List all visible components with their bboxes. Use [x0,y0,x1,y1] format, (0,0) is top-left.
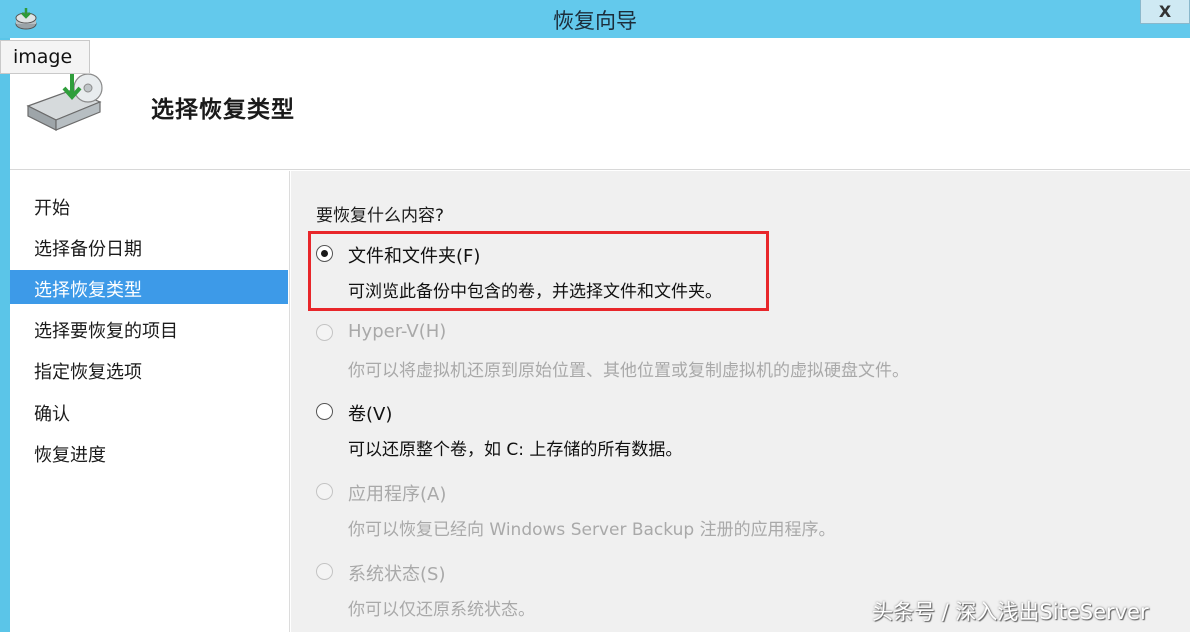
wizard-window: 选择恢复类型 开始 选择备份日期 选择恢复类型 选择要恢复的项目 指定恢复选项 … [10,38,1190,632]
backup-disk-icon [26,73,103,131]
window-title: 恢复向导 [553,9,637,33]
applications-description: 你可以恢复已经向 Windows Server Backup 注册的应用程序。 [348,520,836,540]
files-folders-label[interactable]: 文件和文件夹(F) [348,242,480,268]
volumes-description: 可以还原整个卷，如 C: 上存储的所有数据。 [348,440,683,460]
step-confirm[interactable]: 确认 [10,394,288,428]
step-select-recovery-type[interactable]: 选择恢复类型 [10,270,288,304]
hyper-v-label: Hyper-V(H) [348,321,447,342]
title-bar: 恢复向导 X [0,0,1190,38]
step-select-backup-date[interactable]: 选择备份日期 [10,229,288,263]
applications-radio [316,483,333,500]
close-button[interactable]: X [1140,0,1190,24]
hyper-v-description: 你可以将虚拟机还原到原始位置、其他位置或复制虚拟机的虚拟硬盘文件。 [348,361,909,381]
step-select-items[interactable]: 选择要恢复的项目 [10,311,288,345]
step-specify-options[interactable]: 指定恢复选项 [10,352,288,386]
page-heading: 选择恢复类型 [151,97,295,123]
step-progress[interactable]: 恢复进度 [10,435,288,469]
hyper-v-radio [316,324,333,341]
volumes-radio[interactable] [316,403,333,420]
system-state-description: 你可以仅还原系统状态。 [348,600,535,620]
watermark: 头条号 / 深入浅出SiteServer [872,600,1149,624]
recovery-question: 要恢复什么内容? [316,206,445,226]
wizard-header: 选择恢复类型 [10,38,1190,170]
wizard-steps-sidebar: 开始 选择备份日期 选择恢复类型 选择要恢复的项目 指定恢复选项 确认 恢复进度 [10,171,290,632]
system-state-label: 系统状态(S) [348,564,446,585]
recovery-type-panel: 要恢复什么内容? 文件和文件夹(F) 可浏览此备份中包含的卷，并选择文件和文件夹… [291,171,1190,632]
files-folders-description: 可浏览此备份中包含的卷，并选择文件和文件夹。 [348,282,722,302]
system-state-radio [316,563,333,580]
files-folders-radio[interactable] [316,245,333,262]
applications-label: 应用程序(A) [348,484,447,505]
volumes-label[interactable]: 卷(V) [348,400,392,426]
image-tooltip: image [0,40,90,74]
step-start[interactable]: 开始 [10,188,288,222]
